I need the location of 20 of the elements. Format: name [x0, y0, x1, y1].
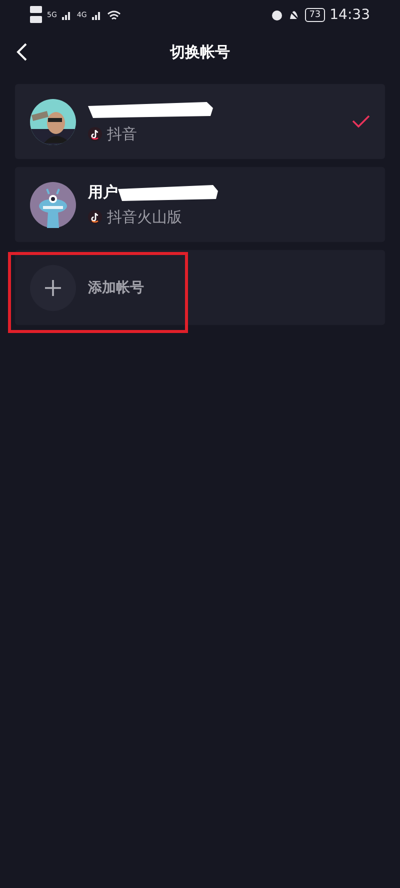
- chevron-left-icon: [16, 42, 28, 62]
- plus-icon: [30, 264, 76, 310]
- account-name: 用户: [88, 183, 118, 202]
- battery-level: 73: [305, 8, 325, 22]
- app-name: 抖音火山版: [107, 208, 182, 226]
- app-name: 抖音: [107, 124, 137, 144]
- account-card[interactable]: 用户 抖音火山版: [15, 167, 385, 242]
- muted-bell-icon: [288, 9, 300, 21]
- wifi-icon: [106, 10, 121, 20]
- signal-icon: [62, 10, 72, 20]
- alarm-icon: [271, 9, 284, 21]
- page-title: 切换帐号: [170, 42, 230, 62]
- music-note-icon: [88, 127, 102, 141]
- account-card[interactable]: 抖音: [15, 84, 385, 159]
- add-account-label: 添加帐号: [88, 278, 144, 296]
- sim-icon: [30, 5, 42, 25]
- music-note-icon: [88, 210, 102, 224]
- add-account-button[interactable]: 添加帐号: [15, 250, 385, 325]
- signal-icon: [92, 10, 102, 20]
- clock: 14:33: [330, 7, 370, 23]
